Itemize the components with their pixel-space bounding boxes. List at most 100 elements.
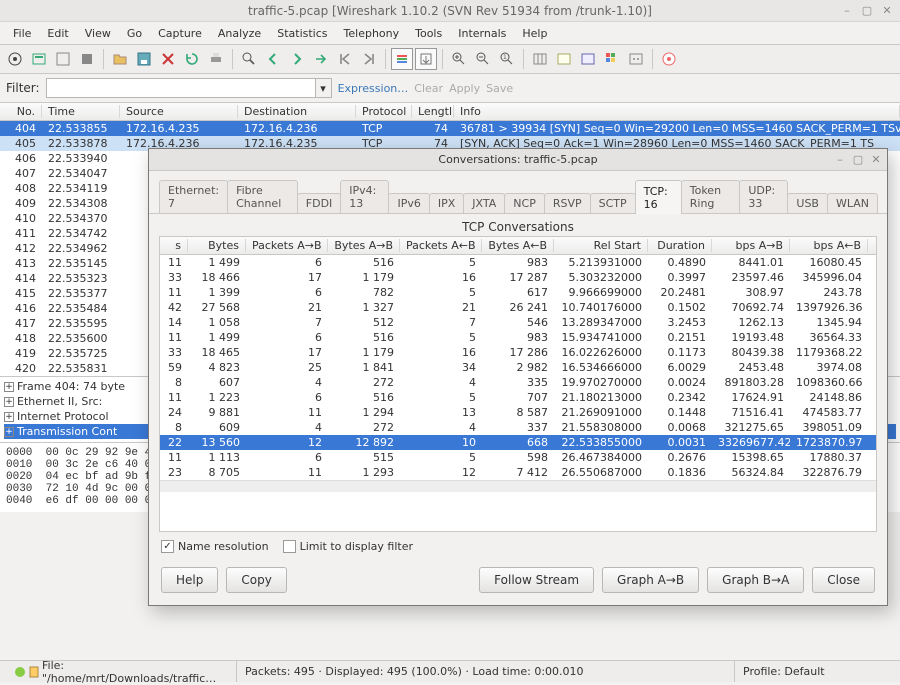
colorize-icon[interactable] [391,48,413,70]
zoom-out-icon[interactable] [472,48,494,70]
expand-icon[interactable]: + [4,382,14,392]
col-protocol[interactable]: Protocol [356,105,412,118]
cv-col-bytes-ab[interactable]: Bytes A→B [328,239,400,252]
close-button[interactable]: Close [812,567,875,593]
expression-link[interactable]: Expression… [338,82,409,95]
menu-tools[interactable]: Tools [408,25,449,42]
apply-link[interactable]: Apply [449,82,480,95]
conversation-row[interactable]: 111 2236516570721.1802130000.234217624.9… [160,390,876,405]
conversation-row[interactable]: 3318 466171 1791617 2875.3032320000.3997… [160,270,876,285]
menu-view[interactable]: View [78,25,118,42]
cv-col-bytes[interactable]: Bytes [188,239,246,252]
close-icon[interactable]: ✕ [880,4,894,18]
menu-capture[interactable]: Capture [151,25,209,42]
col-destination[interactable]: Destination [238,105,356,118]
zoom-in-icon[interactable] [448,48,470,70]
conversation-row[interactable]: 238 705111 293127 41226.5506870000.18365… [160,465,876,480]
menu-help[interactable]: Help [515,25,554,42]
conversation-row[interactable]: 141 0587512754613.2893470003.24531262.13… [160,315,876,330]
conv-tab[interactable]: IPX [429,193,464,213]
cv-col-s[interactable]: s [160,239,188,252]
conv-tab[interactable]: UDP: 33 [739,180,788,213]
conversation-row[interactable]: 111 499651659835.2139310000.48908441.011… [160,255,876,270]
cv-col-packets-ba[interactable]: Packets A←B [400,239,482,252]
limit-filter-checkbox[interactable]: Limit to display filter [283,540,413,553]
coloring-rules-icon[interactable] [601,48,623,70]
cv-col-duration[interactable]: Duration [648,239,712,252]
clear-link[interactable]: Clear [414,82,443,95]
minimize-icon[interactable]: – [840,4,854,18]
conv-tab[interactable]: Ethernet: 7 [159,180,228,213]
menu-telephony[interactable]: Telephony [337,25,407,42]
expand-icon[interactable]: + [4,397,14,407]
back-icon[interactable] [262,48,284,70]
col-source[interactable]: Source [120,105,238,118]
goto-icon[interactable] [310,48,332,70]
horizontal-scrollbar[interactable] [160,480,876,492]
conv-tab[interactable]: WLAN [827,193,878,213]
save-icon[interactable] [133,48,155,70]
close-file-icon[interactable] [157,48,179,70]
graph-ab-button[interactable]: Graph A→B [602,567,699,593]
conversation-row[interactable]: 249 881111 294138 58721.2690910000.14487… [160,405,876,420]
conversation-row[interactable]: 2213 5601212 8921066822.5338550000.00313… [160,435,876,450]
cv-col-relstart[interactable]: Rel Start [554,239,648,252]
name-resolution-checkbox[interactable]: ✓Name resolution [161,540,269,553]
copy-button[interactable]: Copy [226,567,286,593]
follow-stream-button[interactable]: Follow Stream [479,567,594,593]
conv-tab[interactable]: SCTP [590,193,636,213]
graph-ba-button[interactable]: Graph B→A [707,567,804,593]
maximize-icon[interactable]: ▢ [860,4,874,18]
filter-dropdown-icon[interactable]: ▾ [316,78,332,98]
packet-row[interactable]: 40422.533855172.16.4.235172.16.4.236TCP7… [0,121,900,136]
stop-capture-icon[interactable] [76,48,98,70]
conversation-row[interactable]: 594 823251 841342 98216.5346660006.00292… [160,360,876,375]
forward-icon[interactable] [286,48,308,70]
dialog-minimize-icon[interactable]: – [833,153,847,167]
reload-icon[interactable] [181,48,203,70]
conversations-table[interactable]: s Bytes Packets A→B Bytes A→B Packets A←… [159,236,877,532]
conversation-row[interactable]: 3318 465171 1791617 28616.0226260000.117… [160,345,876,360]
filter-input[interactable] [46,78,316,98]
conv-tab[interactable]: IPv4: 13 [340,180,389,213]
col-length[interactable]: Lengtl [412,105,454,118]
options-icon[interactable] [28,48,50,70]
conv-tab[interactable]: FDDI [297,193,342,213]
status-profile[interactable]: Profile: Default [734,661,894,682]
find-icon[interactable] [238,48,260,70]
menu-analyze[interactable]: Analyze [211,25,268,42]
help-button[interactable]: Help [161,567,218,593]
cv-col-bps-ba[interactable]: bps A←B [790,239,868,252]
conv-tab[interactable]: JXTA [463,193,505,213]
goto-last-icon[interactable] [358,48,380,70]
conversation-row[interactable]: 111 4996516598315.9347410000.215119193.4… [160,330,876,345]
resize-columns-icon[interactable] [529,48,551,70]
conversation-row[interactable]: 111 399678256179.96669900020.2481308.972… [160,285,876,300]
conv-tab[interactable]: Token Ring [681,180,741,213]
dialog-close-icon[interactable]: ✕ [869,153,883,167]
zoom-reset-icon[interactable]: 1 [496,48,518,70]
conversation-row[interactable]: 4227 568211 3272126 24110.7401760000.150… [160,300,876,315]
save-link[interactable]: Save [486,82,513,95]
interfaces-icon[interactable] [4,48,26,70]
conv-tab[interactable]: TCP: 16 [635,180,682,214]
col-no[interactable]: No. [0,105,42,118]
preferences-icon[interactable] [625,48,647,70]
autoscroll-icon[interactable] [415,48,437,70]
conversation-row[interactable]: 111 1136515559826.4673840000.267615398.6… [160,450,876,465]
conversation-row[interactable]: 86094272433721.5583080000.0068321275.653… [160,420,876,435]
menu-statistics[interactable]: Statistics [270,25,334,42]
conv-tab[interactable]: RSVP [544,193,591,213]
display-filters-icon[interactable] [577,48,599,70]
conv-tab[interactable]: IPv6 [388,193,429,213]
expand-icon[interactable]: + [4,412,14,422]
menu-file[interactable]: File [6,25,38,42]
start-capture-icon[interactable] [52,48,74,70]
menu-go[interactable]: Go [120,25,149,42]
expand-icon[interactable]: + [4,427,14,437]
col-time[interactable]: Time [42,105,120,118]
cv-col-packets-ab[interactable]: Packets A→B [246,239,328,252]
help-icon[interactable] [658,48,680,70]
print-icon[interactable] [205,48,227,70]
conversation-row[interactable]: 86074272433519.9702700000.0024891803.281… [160,375,876,390]
